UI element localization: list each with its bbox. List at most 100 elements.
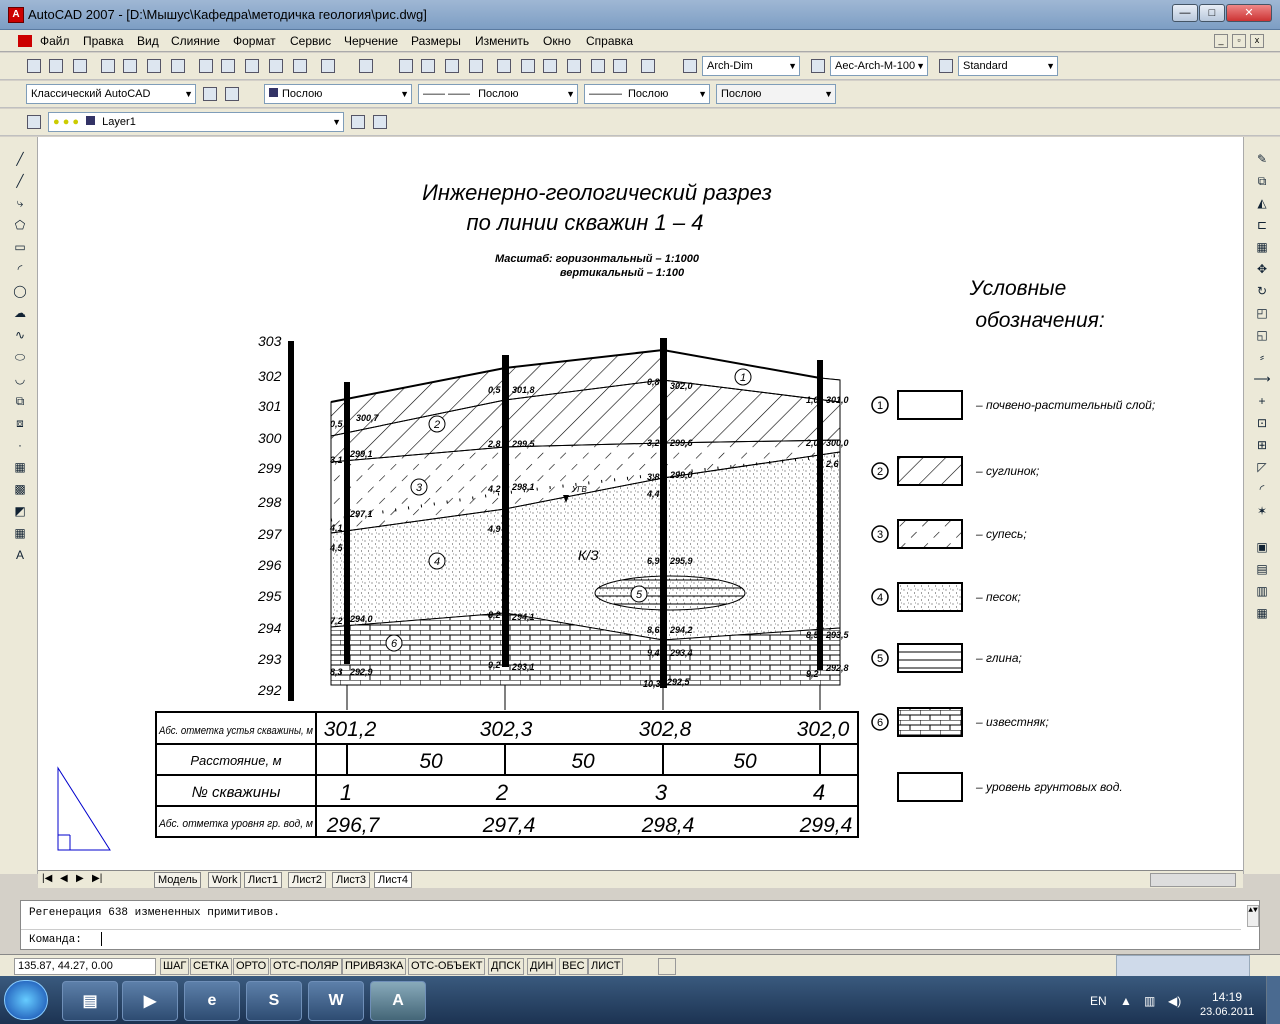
autocad-app-icon[interactable]: A	[8, 7, 24, 23]
block-editor-icon[interactable]	[290, 56, 310, 76]
lineweight-combo[interactable]: ——— Послою ▼	[584, 84, 710, 104]
region-icon[interactable]: ◩	[10, 501, 30, 521]
linetype-combo[interactable]: —— —— Послою ▼	[418, 84, 578, 104]
cut-icon[interactable]	[196, 56, 216, 76]
status-toggle-6[interactable]: ДПСК	[488, 958, 524, 975]
menu-item-10[interactable]: Справка	[586, 34, 633, 48]
ellipse-arc-icon[interactable]: ◡	[10, 369, 30, 389]
doc-close-button[interactable]: x	[1250, 34, 1264, 48]
hatch-icon[interactable]: ▦	[10, 457, 30, 477]
text-style-combo[interactable]: Arch-Dim ▼	[702, 56, 800, 76]
ellipse-icon[interactable]: ⬭	[10, 347, 30, 367]
network-icon[interactable]: ▥	[1144, 994, 1155, 1008]
status-toggle-7[interactable]: ДИН	[527, 958, 557, 975]
open-icon[interactable]	[46, 56, 66, 76]
copy-icon[interactable]	[218, 56, 238, 76]
dim-style-combo[interactable]: Aec-Arch-M-100 ▼	[830, 56, 928, 76]
multiline-text-icon[interactable]: A	[10, 545, 30, 565]
zoom-previous-icon[interactable]	[466, 56, 486, 76]
menu-item-1[interactable]: Правка	[83, 34, 124, 48]
table-style-icon[interactable]	[936, 56, 956, 76]
skype-task-icon[interactable]: S	[246, 981, 302, 1021]
rotate-icon[interactable]: ↻	[1252, 281, 1272, 301]
doc-minimize-button[interactable]: _	[1214, 34, 1228, 48]
layer-previous-icon[interactable]	[370, 112, 390, 132]
explorer-task-icon[interactable]: ▤	[62, 981, 118, 1021]
help-icon[interactable]	[638, 56, 658, 76]
status-toggle-4[interactable]: ПРИВЯЗКА	[342, 958, 407, 975]
stretch-icon[interactable]: ◱	[1252, 325, 1272, 345]
match-properties-icon[interactable]	[266, 56, 286, 76]
menu-item-9[interactable]: Окно	[543, 34, 571, 48]
menu-item-3[interactable]: Слияние	[171, 34, 220, 48]
trim-icon[interactable]: ⸗	[1252, 347, 1272, 367]
draworder-front-icon[interactable]: ▣	[1252, 537, 1272, 557]
menu-item-2[interactable]: Вид	[137, 34, 159, 48]
gradient-icon[interactable]: ▩	[10, 479, 30, 499]
show-desktop-button[interactable]	[1266, 976, 1280, 1024]
arc-icon[interactable]: ◜	[10, 259, 30, 279]
color-combo[interactable]: Послою ▼	[264, 84, 412, 104]
spline-icon[interactable]: ∿	[10, 325, 30, 345]
array-icon[interactable]: ▦	[1252, 237, 1272, 257]
plotstyle-combo[interactable]: Послою ▼	[716, 84, 836, 104]
workspace-save-icon[interactable]	[222, 84, 242, 104]
rectangle-icon[interactable]: ▭	[10, 237, 30, 257]
status-toggle-5[interactable]: ОТС-ОБЪЕКТ	[408, 958, 486, 975]
status-toggle-2[interactable]: ОРТО	[233, 958, 270, 975]
break-icon[interactable]: ⊡	[1252, 413, 1272, 433]
tab-nav-prev-icon[interactable]: ◀	[60, 873, 68, 884]
offset-icon[interactable]: ⊏	[1252, 215, 1272, 235]
quickcalc-icon[interactable]	[610, 56, 630, 76]
insert-block-icon[interactable]: ⧉	[10, 391, 30, 411]
ie-task-icon[interactable]: e	[184, 981, 240, 1021]
menu-item-5[interactable]: Сервис	[290, 34, 331, 48]
layer-manager-icon[interactable]	[24, 112, 44, 132]
line-icon[interactable]: ╱	[10, 149, 30, 169]
make-block-icon[interactable]: ⧈	[10, 413, 30, 433]
paste-icon[interactable]	[242, 56, 262, 76]
break-at-point-icon[interactable]: +	[1252, 391, 1272, 411]
status-toggle-3[interactable]: ОТС-ПОЛЯР	[270, 958, 342, 975]
erase-icon[interactable]: ✎	[1252, 149, 1272, 169]
model-space-icon[interactable]	[658, 958, 676, 975]
status-toggle-1[interactable]: СЕТКА	[190, 958, 232, 975]
polyline-icon[interactable]: ⤷	[10, 193, 30, 213]
status-toggle-9[interactable]: ЛИСТ	[588, 958, 624, 975]
menu-item-7[interactable]: Размеры	[411, 34, 461, 48]
menu-item-8[interactable]: Изменить	[475, 34, 529, 48]
menu-item-0[interactable]: Файл	[40, 34, 70, 48]
zoom-window-icon[interactable]	[442, 56, 462, 76]
sheet-set-icon[interactable]	[564, 56, 584, 76]
chamfer-icon[interactable]: ◸	[1252, 457, 1272, 477]
scale-icon[interactable]: ◰	[1252, 303, 1272, 323]
table-style-combo[interactable]: Standard ▼	[958, 56, 1058, 76]
draworder-above-icon[interactable]: ▥	[1252, 581, 1272, 601]
tab-nav-first-icon[interactable]: |◀	[42, 873, 52, 884]
tab-3[interactable]: Лист2	[288, 872, 327, 888]
language-indicator[interactable]: EN	[1090, 994, 1107, 1008]
construction-line-icon[interactable]: ╱	[10, 171, 30, 191]
tab-1[interactable]: Work	[208, 872, 242, 888]
doc-restore-button[interactable]: ▫	[1232, 34, 1246, 48]
menu-item-6[interactable]: Черчение	[344, 34, 398, 48]
properties-icon[interactable]	[494, 56, 514, 76]
redo-icon[interactable]	[356, 56, 376, 76]
media-player-task-icon[interactable]: ▶	[122, 981, 178, 1021]
draworder-back-icon[interactable]: ▤	[1252, 559, 1272, 579]
word-task-icon[interactable]: W	[308, 981, 364, 1021]
mirror-icon[interactable]: ◭	[1252, 193, 1272, 213]
join-icon[interactable]: ⊞	[1252, 435, 1272, 455]
print-icon[interactable]	[98, 56, 118, 76]
workspace-settings-icon[interactable]	[200, 84, 220, 104]
point-icon[interactable]: ·	[10, 435, 30, 455]
explode-icon[interactable]: ✶	[1252, 501, 1272, 521]
make-object-layer-current-icon[interactable]	[348, 112, 368, 132]
dim-style-icon[interactable]	[808, 56, 828, 76]
tray-arrow-icon[interactable]: ▲	[1120, 994, 1132, 1008]
markup-icon[interactable]	[588, 56, 608, 76]
volume-icon[interactable]: ◀)	[1168, 994, 1181, 1008]
polygon-icon[interactable]: ⬠	[10, 215, 30, 235]
tab-0[interactable]: Модель	[154, 872, 202, 888]
designcenter-icon[interactable]	[518, 56, 538, 76]
